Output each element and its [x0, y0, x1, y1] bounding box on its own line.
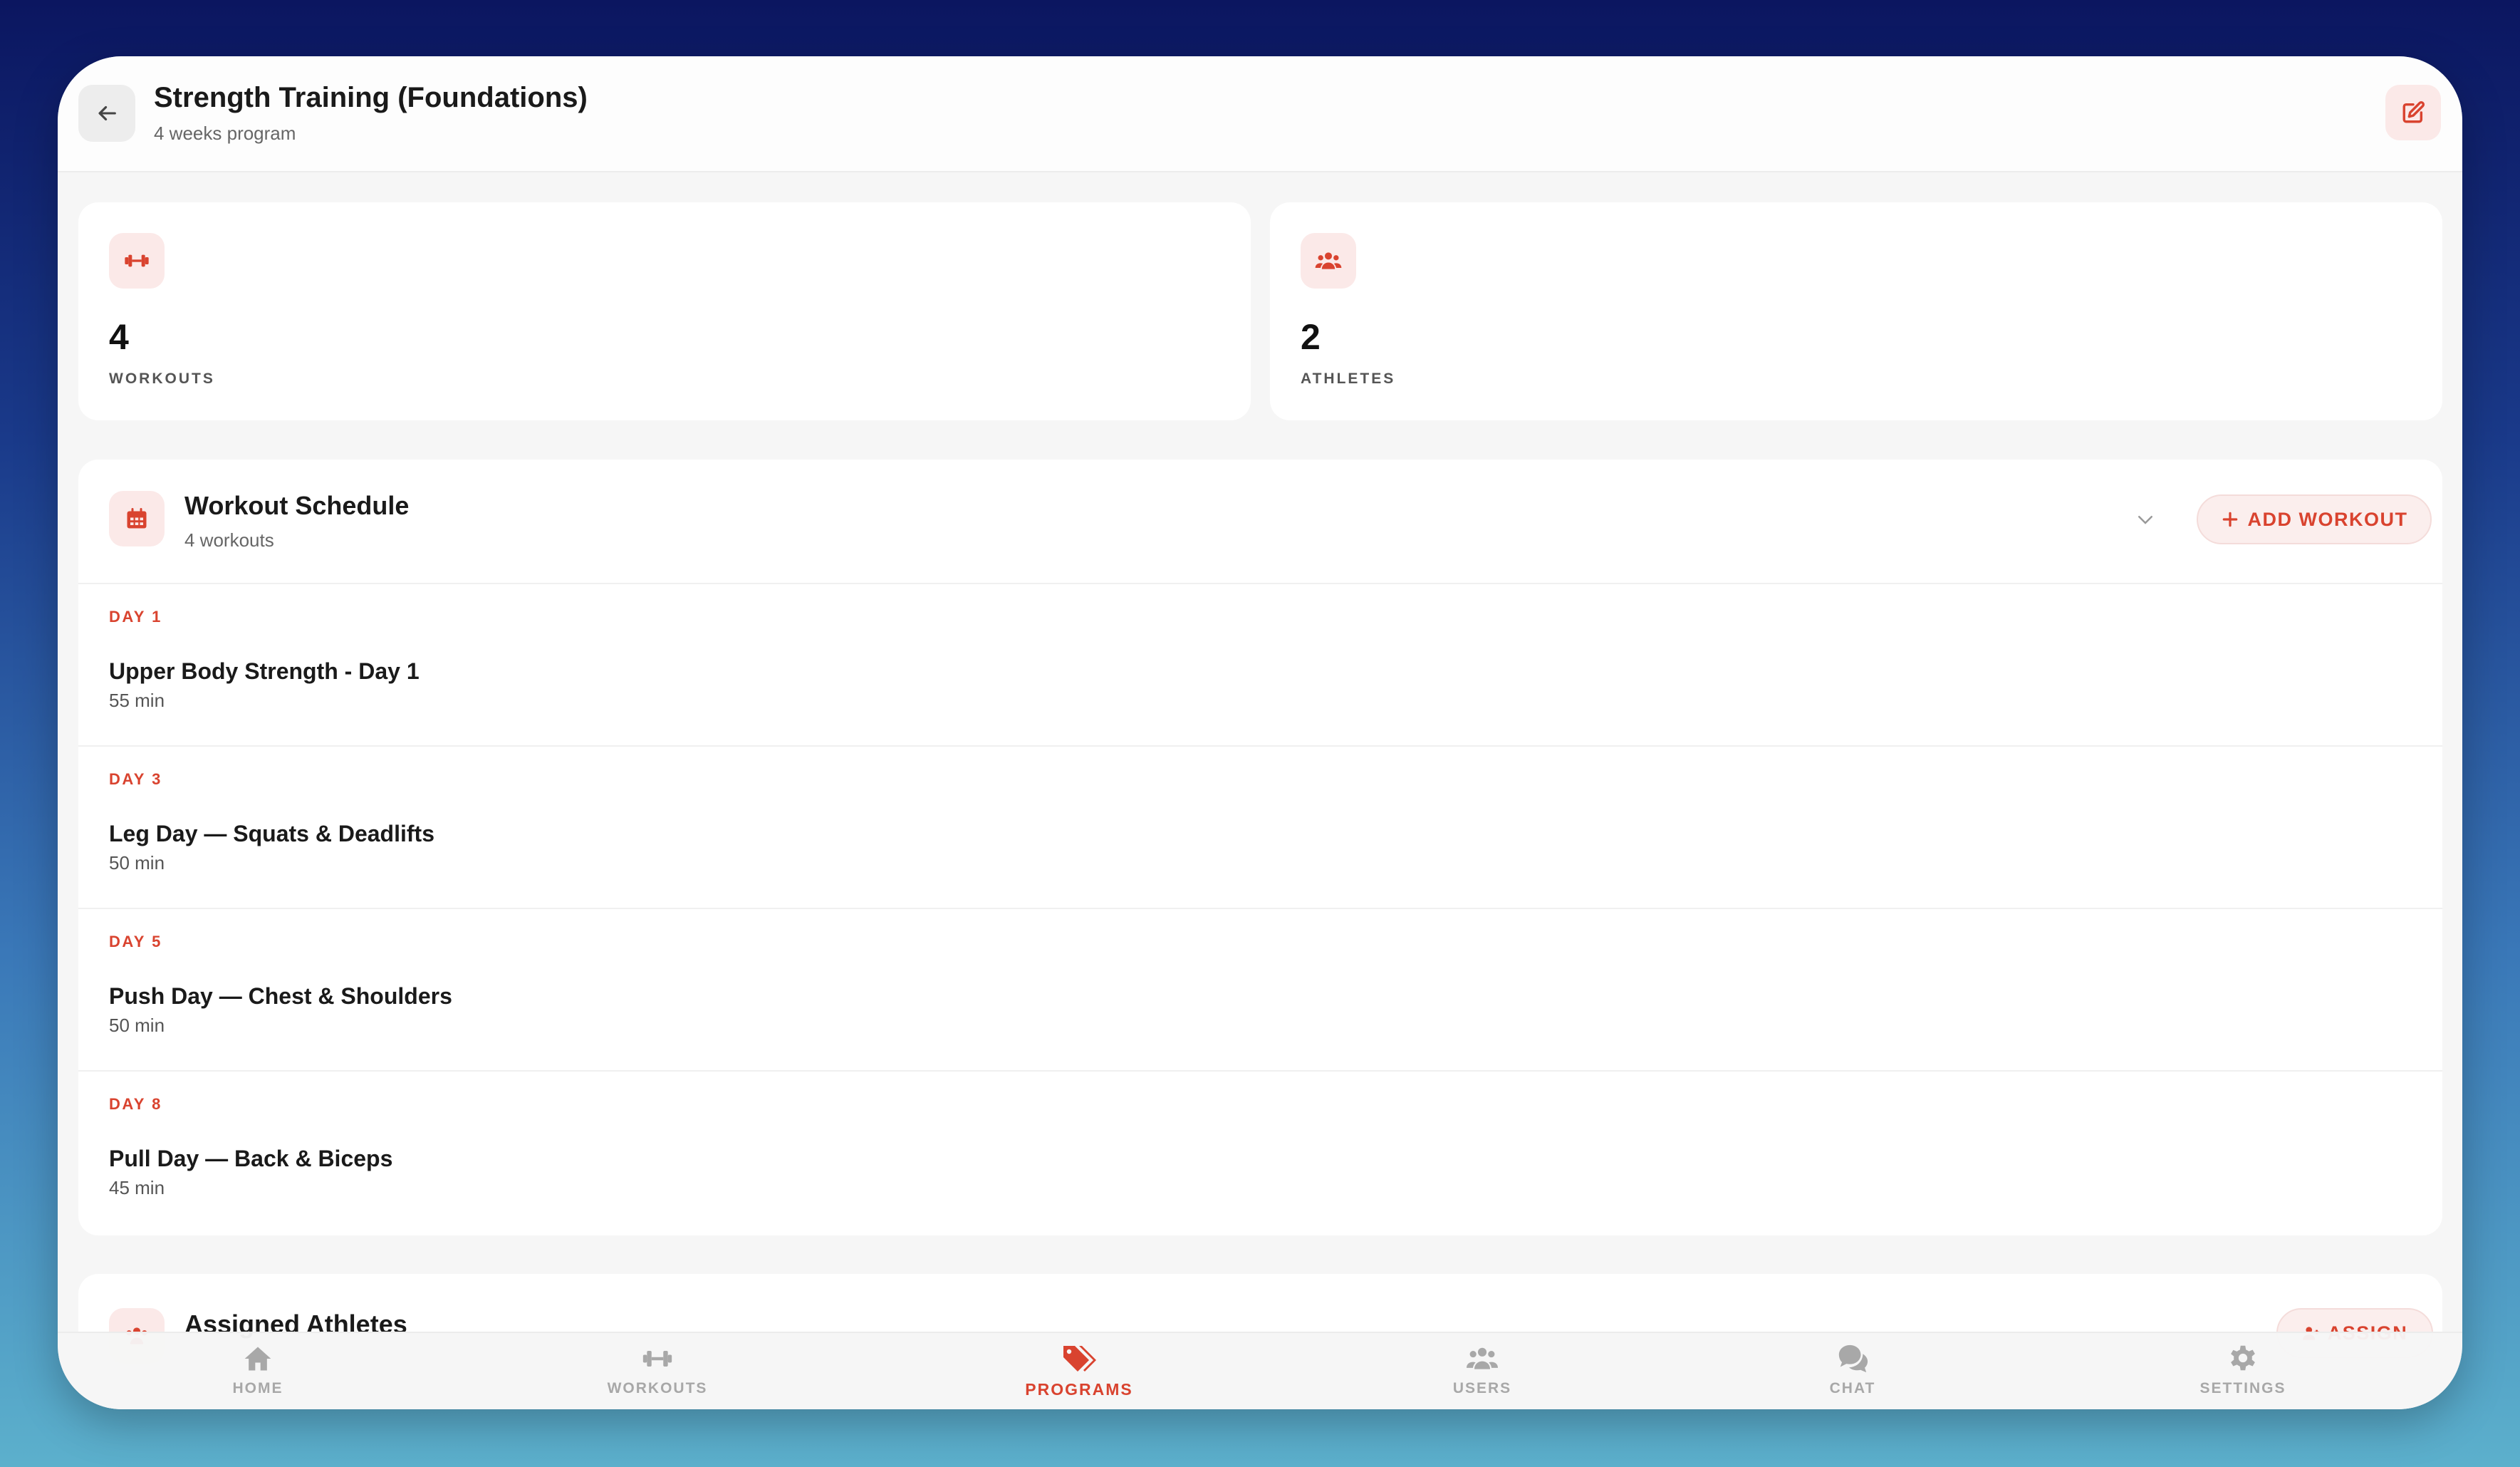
tab-label: HOME [232, 1380, 283, 1396]
arrow-left-icon [98, 105, 116, 121]
tab-label: WORKOUTS [607, 1380, 708, 1396]
schedule-row[interactable]: DAY 8 Pull Day — Back & Biceps 45 min [78, 1072, 2442, 1234]
edit-icon [2402, 100, 2425, 123]
tab-home[interactable]: HOME [165, 1333, 350, 1409]
chat-icon [1835, 1342, 1870, 1376]
workout-duration: 55 min [109, 690, 165, 711]
schedule-subtitle: 4 workouts [184, 529, 274, 551]
users-icon [1464, 1342, 1501, 1376]
athletes-label: ATHLETES [1301, 370, 1396, 387]
athletes-count: 2 [1301, 317, 1321, 357]
workouts-count: 4 [109, 317, 129, 357]
tab-label: PROGRAMS [1025, 1380, 1133, 1399]
workout-duration: 50 min [109, 852, 165, 874]
workout-schedule-card: Workout Schedule 4 workouts ADD WORKOUT … [78, 460, 2442, 1235]
workout-duration: 50 min [109, 1015, 165, 1036]
chevron-down-icon [2138, 516, 2152, 524]
workout-name: Push Day — Chest & Shoulders [109, 983, 452, 1009]
tab-workouts[interactable]: WORKOUTS [565, 1333, 750, 1409]
tab-settings[interactable]: SETTINGS [2150, 1333, 2336, 1409]
schedule-row[interactable]: DAY 5 Push Day — Chest & Shoulders 50 mi… [78, 909, 2442, 1072]
workout-name: Pull Day — Back & Biceps [109, 1146, 393, 1171]
home-icon [242, 1342, 274, 1376]
workouts-stat-card: 4 WORKOUTS [78, 202, 1251, 420]
collapse-toggle[interactable] [2131, 505, 2160, 534]
add-workout-label: ADD WORKOUT [2247, 508, 2408, 530]
day-label: DAY 1 [109, 608, 162, 626]
workouts-label: WORKOUTS [109, 370, 215, 387]
day-label: DAY 8 [109, 1095, 162, 1113]
schedule-row[interactable]: DAY 3 Leg Day — Squats & Deadlifts 50 mi… [78, 747, 2442, 909]
dumbbell-icon [109, 233, 165, 289]
back-button[interactable] [78, 85, 135, 142]
page-title: Strength Training (Foundations) [154, 82, 588, 113]
tab-label: CHAT [1829, 1380, 1876, 1396]
day-label: DAY 5 [109, 933, 162, 950]
workout-name: Upper Body Strength - Day 1 [109, 658, 420, 684]
athletes-stat-card: 2 ATHLETES [1270, 202, 2442, 420]
tab-programs[interactable]: PROGRAMS [986, 1333, 1172, 1409]
tab-chat[interactable]: CHAT [1760, 1333, 1945, 1409]
workout-duration: 45 min [109, 1177, 165, 1198]
tab-label: SETTINGS [2199, 1380, 2286, 1396]
dumbbell-icon [640, 1342, 675, 1376]
calendar-icon [109, 491, 165, 546]
day-label: DAY 3 [109, 770, 162, 788]
tab-label: USERS [1452, 1380, 1512, 1396]
schedule-title: Workout Schedule [184, 491, 410, 520]
tags-icon [1061, 1342, 1098, 1376]
app-window: Strength Training (Foundations) 4 weeks … [58, 56, 2462, 1409]
edit-button[interactable] [2385, 85, 2441, 140]
schedule-row[interactable]: DAY 1 Upper Body Strength - Day 1 55 min [78, 584, 2442, 747]
page-header: Strength Training (Foundations) 4 weeks … [58, 56, 2462, 172]
page-subtitle: 4 weeks program [154, 123, 296, 144]
plus-icon [2222, 512, 2237, 527]
bottom-tab-bar: HOME WORKOUTS PROGRAMS USERS CHAT SETTIN… [58, 1332, 2462, 1409]
tab-users[interactable]: USERS [1390, 1333, 1575, 1409]
users-icon [1301, 233, 1356, 289]
add-workout-button[interactable]: ADD WORKOUT [2197, 494, 2432, 544]
gear-icon [2227, 1342, 2259, 1376]
workout-name: Leg Day — Squats & Deadlifts [109, 821, 434, 846]
